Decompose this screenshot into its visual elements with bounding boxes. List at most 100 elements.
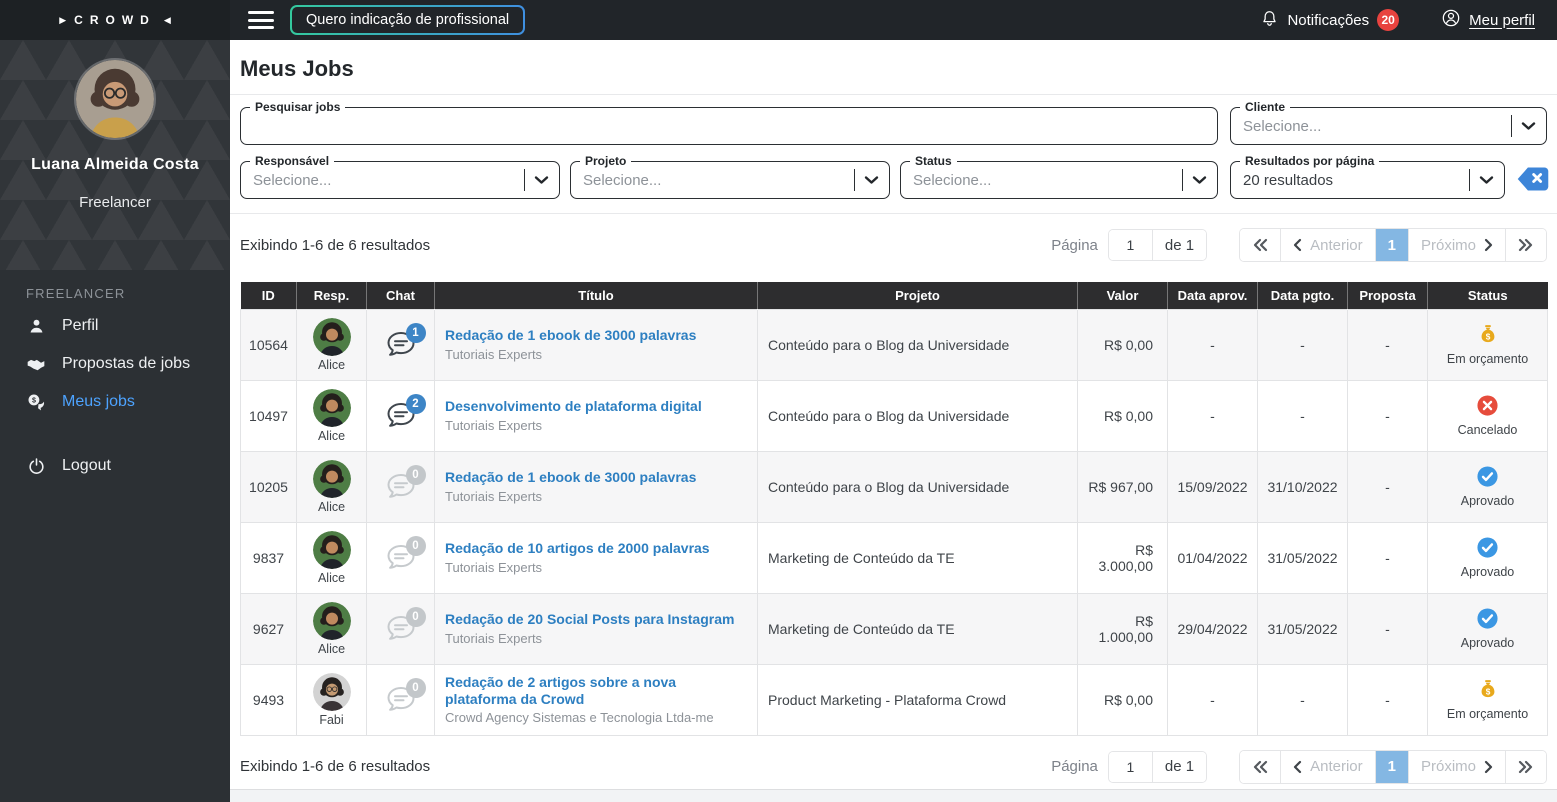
chat-button[interactable]: 2 bbox=[384, 393, 426, 431]
first-page-button[interactable] bbox=[1240, 750, 1282, 783]
sidebar-item-label: Perfil bbox=[62, 317, 99, 334]
search-jobs-field[interactable]: Pesquisar jobs bbox=[240, 100, 1218, 145]
job-status-cell: $ Em orçamento bbox=[1427, 663, 1548, 736]
projeto-select[interactable]: Projeto Selecione... bbox=[570, 154, 890, 199]
chat-button[interactable]: 0 bbox=[384, 677, 426, 715]
my-profile-button[interactable]: Meu perfil bbox=[1441, 8, 1535, 32]
next-page-button[interactable]: Próximo bbox=[1408, 750, 1506, 783]
job-id-cell: 10205 bbox=[240, 450, 297, 523]
prev-page-button[interactable]: Anterior bbox=[1281, 750, 1376, 783]
job-proposal-cell: - bbox=[1347, 663, 1428, 736]
clear-filters-button[interactable] bbox=[1516, 161, 1550, 199]
page-title: Meus Jobs bbox=[240, 56, 354, 81]
responsible-name: Fabi bbox=[319, 712, 344, 727]
responsavel-select[interactable]: Responsável Selecione... bbox=[240, 154, 560, 199]
search-jobs-input[interactable] bbox=[241, 108, 1217, 144]
sidebar-item-perfil[interactable]: Perfil bbox=[0, 307, 230, 345]
chevron-down-icon bbox=[1479, 175, 1494, 185]
job-responsible-cell: Alice bbox=[296, 379, 367, 452]
notifications-button[interactable]: Notificações 20 bbox=[1260, 9, 1400, 32]
results-per-page-value: 20 resultados bbox=[1243, 171, 1334, 189]
job-proposal-cell: - bbox=[1347, 521, 1428, 594]
job-title-cell: Redação de 20 Social Posts para Instagra… bbox=[434, 592, 758, 665]
sidebar-profile: Luana Almeida Costa Freelancer bbox=[0, 40, 230, 270]
column-header: Projeto bbox=[757, 282, 1078, 309]
job-title-link[interactable]: Desenvolvimento de plataforma digital bbox=[445, 398, 751, 415]
user-role: Freelancer bbox=[79, 194, 151, 211]
page-number-input[interactable] bbox=[1108, 751, 1153, 782]
job-approved-date-cell: 29/04/2022 bbox=[1167, 592, 1258, 665]
job-subtitle: Tutoriais Experts bbox=[445, 417, 543, 433]
hamburger-menu-icon[interactable] bbox=[248, 11, 274, 29]
bell-icon bbox=[1260, 9, 1279, 32]
responsible-name: Alice bbox=[317, 570, 346, 585]
sidebar-item-logout[interactable]: Logout bbox=[0, 447, 230, 485]
last-page-button[interactable] bbox=[1506, 750, 1546, 783]
user-name: Luana Almeida Costa bbox=[31, 156, 199, 173]
job-title-link[interactable]: Redação de 1 ebook de 3000 palavras bbox=[445, 327, 751, 344]
page-number-input[interactable] bbox=[1108, 230, 1153, 260]
sidebar-item-label: Meus jobs bbox=[62, 393, 135, 410]
next-page-button[interactable]: Próximo bbox=[1408, 229, 1506, 261]
chat-button[interactable]: 0 bbox=[384, 606, 426, 644]
chat-button[interactable]: 0 bbox=[384, 464, 426, 502]
job-subtitle: Tutoriais Experts bbox=[445, 488, 543, 504]
job-responsible-cell: Alice bbox=[296, 450, 367, 523]
projeto-value: Selecione... bbox=[583, 171, 662, 189]
chat-button[interactable]: 1 bbox=[384, 322, 426, 363]
main-content: Meus Jobs Pesquisar jobs Cliente Selecio… bbox=[230, 40, 1557, 802]
status-label: Cancelado bbox=[1457, 423, 1518, 437]
job-responsible-cell: Alice bbox=[296, 308, 367, 381]
chat-bubble-icon bbox=[384, 331, 418, 363]
results-per-page-select[interactable]: Resultados por página 20 resultados bbox=[1230, 154, 1505, 199]
job-title-link[interactable]: Redação de 10 artigos de 2000 palavras bbox=[445, 540, 751, 557]
responsible-avatar bbox=[312, 672, 351, 711]
user-avatar bbox=[74, 58, 156, 140]
top-bar: ▶ CROWD ◀ Quero indicação de profissiona… bbox=[0, 0, 1557, 40]
status-label: Em orçamento bbox=[1446, 707, 1529, 721]
job-project-cell: Marketing de Conteúdo da TE bbox=[757, 592, 1078, 665]
job-title-link[interactable]: Redação de 2 artigos sobre a nova plataf… bbox=[445, 674, 751, 708]
referral-cta-button[interactable]: Quero indicação de profissional bbox=[290, 5, 525, 35]
filters-panel: Pesquisar jobs Cliente Selecione... Resp… bbox=[230, 95, 1557, 214]
brand-logo: ▶ CROWD ◀ bbox=[0, 0, 230, 40]
chat-money-icon: $ bbox=[26, 392, 46, 412]
chat-count-badge: 0 bbox=[405, 677, 426, 698]
chat-button[interactable]: 0 bbox=[384, 535, 426, 573]
prev-page-button[interactable]: Anterior bbox=[1281, 229, 1376, 261]
job-chat-cell: 0 bbox=[366, 592, 435, 665]
svg-text:$: $ bbox=[1485, 332, 1490, 341]
responsible-avatar bbox=[312, 530, 351, 569]
jobs-table: ID Resp. Chat Título Projeto Valor Data aprov.… bbox=[240, 282, 1548, 736]
sidebar-item-propostas-de-jobs[interactable]: Propostas de jobs bbox=[0, 345, 230, 383]
current-page-button[interactable]: 1 bbox=[1375, 750, 1409, 783]
job-approved-date-cell: - bbox=[1167, 308, 1258, 381]
status-select[interactable]: Status Selecione... bbox=[900, 154, 1218, 199]
column-header: Resp. bbox=[296, 282, 367, 309]
app-window: ▶ CROWD ◀ Quero indicação de profissiona… bbox=[0, 0, 1557, 802]
cliente-value: Selecione... bbox=[1243, 117, 1322, 135]
job-title-link[interactable]: Redação de 20 Social Posts para Instagra… bbox=[445, 611, 751, 628]
sidebar-menu: FREELANCER Perfil Propostas de jobs $ Meu… bbox=[0, 270, 230, 802]
backspace-clear-icon bbox=[1516, 165, 1550, 196]
status-label: Status bbox=[910, 154, 957, 168]
job-title-cell: Redação de 1 ebook de 3000 palavras Tuto… bbox=[434, 308, 758, 381]
first-page-button[interactable] bbox=[1240, 229, 1282, 261]
job-project-cell: Conteúdo para o Blog da Universidade bbox=[757, 379, 1078, 452]
cliente-select[interactable]: Cliente Selecione... bbox=[1230, 100, 1547, 145]
status-budget-icon: $ bbox=[1477, 678, 1499, 704]
top-bar-main: Quero indicação de profissional Notifica… bbox=[230, 0, 1557, 40]
job-status-cell: Cancelado bbox=[1427, 379, 1548, 452]
status-label: Aprovado bbox=[1460, 565, 1515, 579]
person-icon bbox=[26, 316, 46, 336]
person-circle-icon bbox=[1441, 8, 1461, 32]
job-title-link[interactable]: Redação de 1 ebook de 3000 palavras bbox=[445, 469, 751, 486]
current-page-button[interactable]: 1 bbox=[1375, 229, 1409, 261]
column-header: Data aprov. bbox=[1167, 282, 1258, 309]
job-paid-date-cell: 31/10/2022 bbox=[1257, 450, 1348, 523]
job-id-cell: 9493 bbox=[240, 663, 297, 736]
sidebar-item-meus-jobs[interactable]: $ Meus jobs bbox=[0, 383, 230, 421]
column-header: ID bbox=[240, 282, 297, 309]
column-header: Título bbox=[434, 282, 758, 309]
last-page-button[interactable] bbox=[1506, 229, 1546, 261]
